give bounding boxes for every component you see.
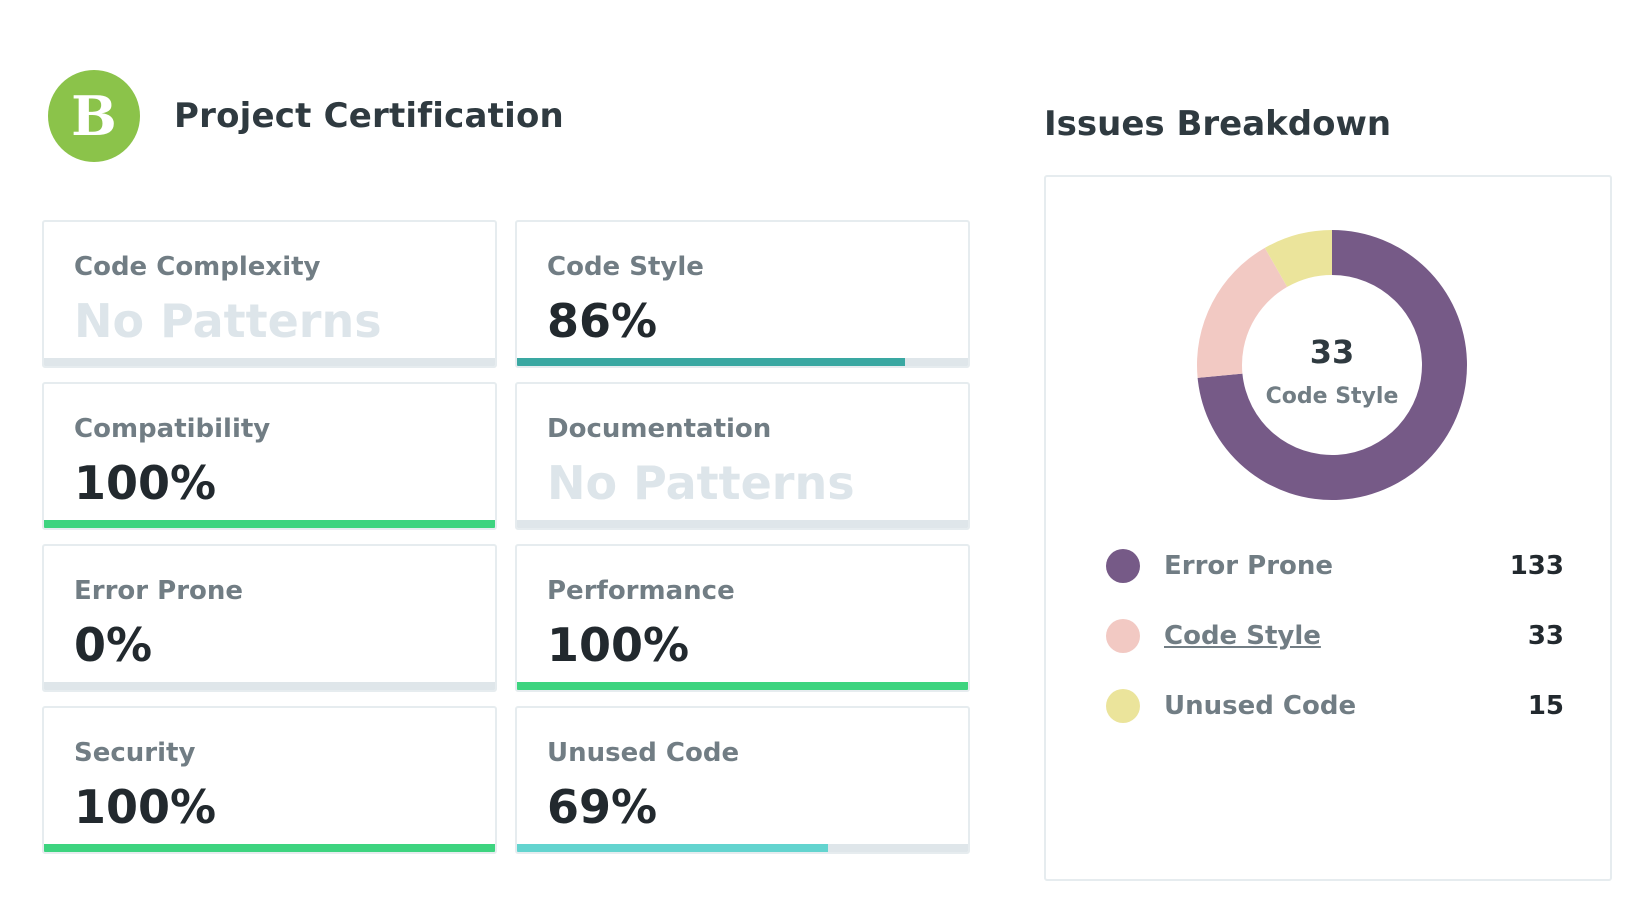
legend-dot <box>1106 549 1140 583</box>
metric-progress-bar <box>44 358 495 366</box>
metric-card-code-style[interactable]: Code Style 86% <box>515 220 970 368</box>
legend-count: 15 <box>1527 691 1564 721</box>
metric-value: 100% <box>547 618 690 672</box>
page-title: Project Certification <box>174 96 564 136</box>
legend-item-code-style[interactable]: Code Style 33 <box>1106 617 1564 657</box>
metric-label: Code Style <box>547 252 704 282</box>
metric-value: 0% <box>74 618 153 672</box>
metric-card-error-prone[interactable]: Error Prone 0% <box>42 544 497 692</box>
metric-label: Performance <box>547 576 735 606</box>
metric-value: No Patterns <box>74 294 382 348</box>
metric-value: No Patterns <box>547 456 855 510</box>
metric-progress-bar <box>517 844 968 852</box>
issues-breakdown-title: Issues Breakdown <box>1044 104 1392 144</box>
metric-progress-fill <box>44 520 495 528</box>
metric-progress-bar <box>44 520 495 528</box>
issues-breakdown-panel: 33 Code Style Error Prone 133 Code Style 33 U… <box>1044 175 1612 881</box>
metric-card-compatibility[interactable]: Compatibility 100% <box>42 382 497 530</box>
donut-center-label: Code Style <box>1266 384 1399 409</box>
donut-center-value: 33 <box>1310 333 1355 371</box>
metric-progress-bar <box>517 682 968 690</box>
metric-card-performance[interactable]: Performance 100% <box>515 544 970 692</box>
metric-value: 69% <box>547 780 658 834</box>
metric-value: 100% <box>74 780 217 834</box>
certification-header: B Project Certification <box>48 70 564 162</box>
metric-progress-fill <box>517 358 905 366</box>
legend-dot <box>1106 689 1140 723</box>
metric-label: Error Prone <box>74 576 244 606</box>
metric-label: Unused Code <box>547 738 740 768</box>
legend-count: 33 <box>1527 621 1564 651</box>
legend-item-error-prone[interactable]: Error Prone 133 <box>1106 547 1564 587</box>
metric-progress-fill <box>44 844 495 852</box>
metric-progress-bar <box>44 844 495 852</box>
metric-label: Compatibility <box>74 414 271 444</box>
metric-value: 86% <box>547 294 658 348</box>
metric-card-code-complexity[interactable]: Code Complexity No Patterns <box>42 220 497 368</box>
legend-label[interactable]: Code Style <box>1164 621 1321 651</box>
metric-value: 100% <box>74 456 217 510</box>
legend-dot <box>1106 619 1140 653</box>
metric-progress-bar <box>517 358 968 366</box>
legend-label[interactable]: Error Prone <box>1164 551 1333 581</box>
metric-card-unused-code[interactable]: Unused Code 69% <box>515 706 970 854</box>
legend-label[interactable]: Unused Code <box>1164 691 1356 721</box>
legend-count: 133 <box>1509 551 1564 581</box>
issues-donut-chart: 33 Code Style <box>1197 230 1467 501</box>
grade-badge: B <box>48 70 140 162</box>
metric-card-documentation[interactable]: Documentation No Patterns <box>515 382 970 530</box>
legend-item-unused-code[interactable]: Unused Code 15 <box>1106 687 1564 727</box>
donut-slice-code-style[interactable] <box>1197 247 1288 378</box>
metric-label: Security <box>74 738 196 768</box>
metric-grid: Code Complexity No Patterns Code Style 86% C… <box>42 220 994 880</box>
metric-progress-fill <box>517 682 968 690</box>
metric-progress-fill <box>517 844 829 852</box>
metric-label: Code Complexity <box>74 252 321 282</box>
metric-progress-bar <box>44 682 495 690</box>
metric-card-security[interactable]: Security 100% <box>42 706 497 854</box>
metric-progress-bar <box>517 520 968 528</box>
metric-label: Documentation <box>547 414 772 444</box>
